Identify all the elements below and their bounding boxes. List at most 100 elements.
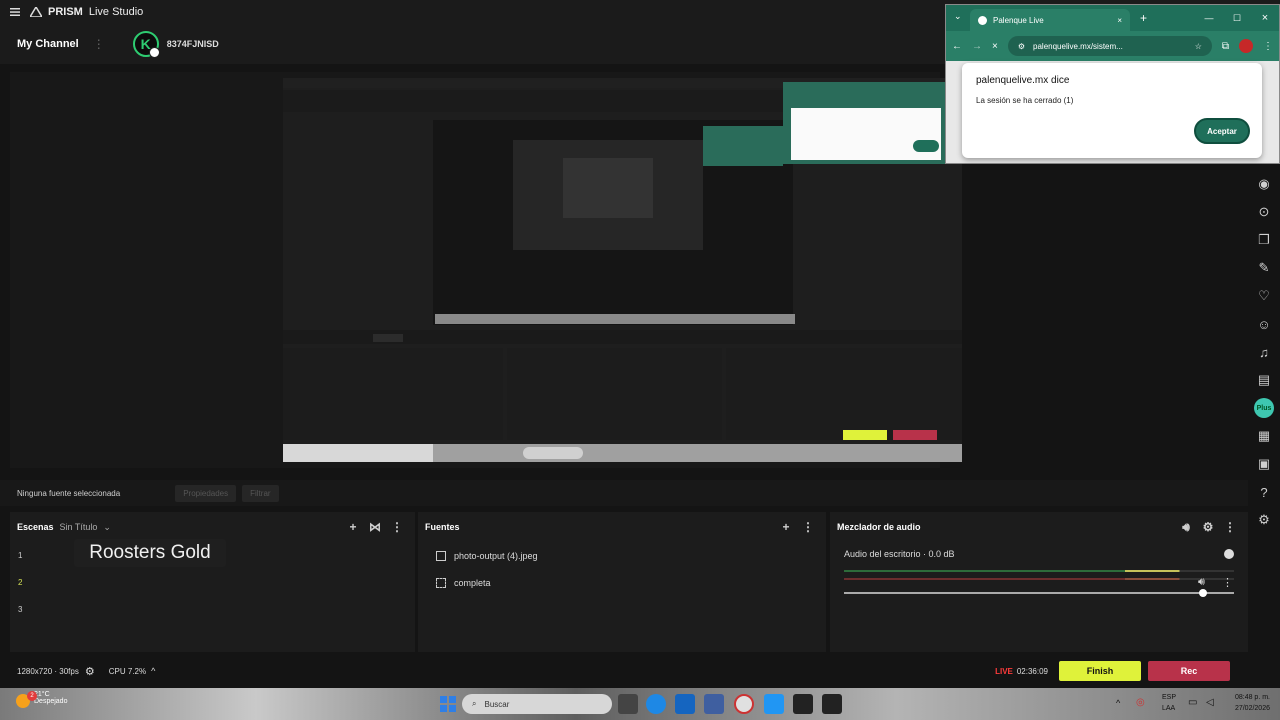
- copy-icon[interactable]: ❐: [1248, 226, 1280, 254]
- sticker-icon[interactable]: ☺: [1248, 310, 1280, 338]
- capture-icon[interactable]: ⊙: [1248, 198, 1280, 226]
- more-vertical-icon[interactable]: ⋮: [1263, 41, 1273, 52]
- app-logo: PRISM Live Studio: [30, 6, 143, 18]
- finish-button[interactable]: Finish: [1059, 661, 1141, 681]
- heart-icon[interactable]: ♡: [1248, 282, 1280, 310]
- volume-icon[interactable]: ◁: [1206, 697, 1214, 708]
- dialog-title: palenquelive.mx dice: [976, 75, 1070, 86]
- gear-icon[interactable]: ⚙: [85, 665, 95, 678]
- close-tab-icon[interactable]: ×: [1117, 16, 1122, 25]
- recursive-capture-image: [283, 78, 962, 462]
- url-text: palenquelive.mx/sistem...: [1033, 41, 1123, 51]
- profile-avatar[interactable]: [1239, 39, 1253, 53]
- browser-window: ⌄ Palenque Live × + — ☐ × ← → × ⚙ palenq…: [945, 4, 1280, 164]
- prism-live-icon[interactable]: [822, 694, 842, 714]
- taskbar-search[interactable]: ⌕ Buscar: [462, 694, 612, 714]
- more-vertical-icon[interactable]: ⋮: [1219, 520, 1241, 534]
- more-vertical-icon[interactable]: ⋮: [797, 520, 819, 534]
- clock-time[interactable]: 08:48 p. m.: [1235, 694, 1270, 701]
- keyboard-label[interactable]: LAA: [1162, 705, 1175, 712]
- windows-start-icon[interactable]: [438, 694, 458, 714]
- more-vertical-icon[interactable]: ⋮: [93, 37, 105, 51]
- maximize-icon[interactable]: ☐: [1223, 13, 1251, 24]
- language-label[interactable]: ESP: [1162, 694, 1176, 701]
- settings-icon[interactable]: ⚙: [1197, 520, 1219, 534]
- channel-id: 8374FJNISD: [166, 39, 219, 49]
- tab-title: Palenque Live: [993, 15, 1044, 25]
- address-bar[interactable]: ⚙ palenquelive.mx/sistem... ☆: [1007, 36, 1212, 56]
- edge-icon[interactable]: [646, 694, 666, 714]
- menu-icon[interactable]: [0, 0, 30, 24]
- app-icon[interactable]: [704, 694, 724, 714]
- more-vertical-icon[interactable]: ⋮: [1222, 576, 1233, 589]
- add-scene-icon[interactable]: +: [342, 520, 364, 534]
- transition-icon[interactable]: ⋈: [364, 520, 386, 534]
- extensions-icon[interactable]: ⧉: [1222, 41, 1229, 52]
- site-info-icon[interactable]: ⚙: [1018, 42, 1025, 51]
- weather-temp: 21°C: [34, 691, 50, 698]
- files-icon[interactable]: [764, 694, 784, 714]
- display-icon[interactable]: ▭: [1188, 697, 1197, 708]
- music-icon[interactable]: ♫: [1248, 338, 1280, 366]
- alert-dialog: palenquelive.mx dice La sesión se ha cer…: [962, 63, 1262, 158]
- search-placeholder: Buscar: [484, 699, 510, 709]
- back-icon[interactable]: ←: [952, 41, 962, 52]
- new-tab-icon[interactable]: +: [1140, 11, 1147, 25]
- scene-label: 2: [18, 578, 23, 587]
- chevron-down-icon[interactable]: ⌄: [103, 522, 111, 533]
- chevron-up-icon[interactable]: ^: [1116, 698, 1120, 708]
- volume-knob[interactable]: [1198, 589, 1207, 597]
- source-item[interactable]: photo-output (4).jpeg: [418, 542, 826, 569]
- weather-widget[interactable]: 2 21°C Despejado: [8, 691, 78, 717]
- clipboard-icon[interactable]: ▤: [1248, 366, 1280, 394]
- speaker-icon[interactable]: 🔊︎: [1175, 520, 1197, 535]
- signature-icon[interactable]: ✎: [1248, 254, 1280, 282]
- add-source-icon[interactable]: +: [775, 520, 797, 534]
- plus-badge[interactable]: Plus: [1254, 398, 1274, 418]
- camera-icon[interactable]: ◉: [1248, 170, 1280, 198]
- network-icon[interactable]: ◎: [1136, 697, 1145, 708]
- accept-button[interactable]: Aceptar: [1194, 118, 1250, 144]
- minimize-icon[interactable]: —: [1195, 13, 1223, 23]
- right-toolbar: ◉ ⊙ ❐ ✎ ♡ ☺ ♫ ▤ Plus ▦ ▣ ? ⚙: [1248, 170, 1280, 680]
- volume-slider[interactable]: [844, 589, 1234, 597]
- chevron-up-icon[interactable]: ^: [151, 666, 155, 676]
- avatar[interactable]: K: [132, 31, 160, 58]
- scene-item-active[interactable]: 2: [10, 569, 415, 596]
- task-view-icon[interactable]: [618, 694, 638, 714]
- clock-date[interactable]: 27/02/2026: [1235, 705, 1270, 712]
- source-item[interactable]: completa: [418, 569, 826, 596]
- channel-label[interactable]: My Channel: [17, 38, 79, 50]
- forward-icon[interactable]: →: [972, 41, 982, 52]
- prism-icon[interactable]: [793, 694, 813, 714]
- preview-capture: [283, 78, 962, 462]
- cpu-label: CPU 7.2%: [108, 666, 147, 676]
- sources-panel: Fuentes + ⋮ photo-output (4).jpeg comple…: [418, 512, 826, 652]
- audio-meter-left: [844, 570, 1234, 572]
- scene-item[interactable]: 3: [10, 596, 415, 623]
- audio-meter-right: [844, 578, 1234, 580]
- settings-icon[interactable]: ⚙: [1248, 506, 1280, 534]
- weather-desc: Despejado: [34, 698, 68, 705]
- live-timer: 02:36:09: [1016, 666, 1048, 676]
- layout-icon[interactable]: ▦: [1248, 422, 1280, 450]
- mixer-title: Mezclador de audio: [837, 522, 921, 532]
- tab-list-icon[interactable]: ⌄: [954, 11, 962, 22]
- audio-mixer-panel: Mezclador de audio 🔊︎ ⚙ ⋮ Audio del escr…: [830, 512, 1248, 652]
- chrome-icon[interactable]: [734, 694, 754, 714]
- more-vertical-icon[interactable]: ⋮: [386, 520, 408, 534]
- properties-button[interactable]: Propiedades: [175, 484, 237, 502]
- window-icon[interactable]: ▣: [1248, 450, 1280, 478]
- bookmark-star-icon[interactable]: ☆: [1195, 42, 1202, 51]
- rec-button[interactable]: Rec: [1148, 661, 1230, 681]
- speaker-icon[interactable]: 🔊︎: [1198, 576, 1205, 589]
- scene-collection-name[interactable]: Sin Título: [60, 522, 98, 532]
- fullscreen-icon: [436, 577, 446, 588]
- help-icon[interactable]: ?: [1248, 478, 1280, 506]
- filters-button[interactable]: Filtrar: [242, 484, 279, 502]
- stop-icon[interactable]: ×: [992, 41, 998, 52]
- toggle-icon[interactable]: [1224, 549, 1234, 559]
- close-window-icon[interactable]: ×: [1251, 12, 1279, 24]
- browser-tab[interactable]: Palenque Live ×: [970, 9, 1130, 31]
- store-icon[interactable]: [675, 694, 695, 714]
